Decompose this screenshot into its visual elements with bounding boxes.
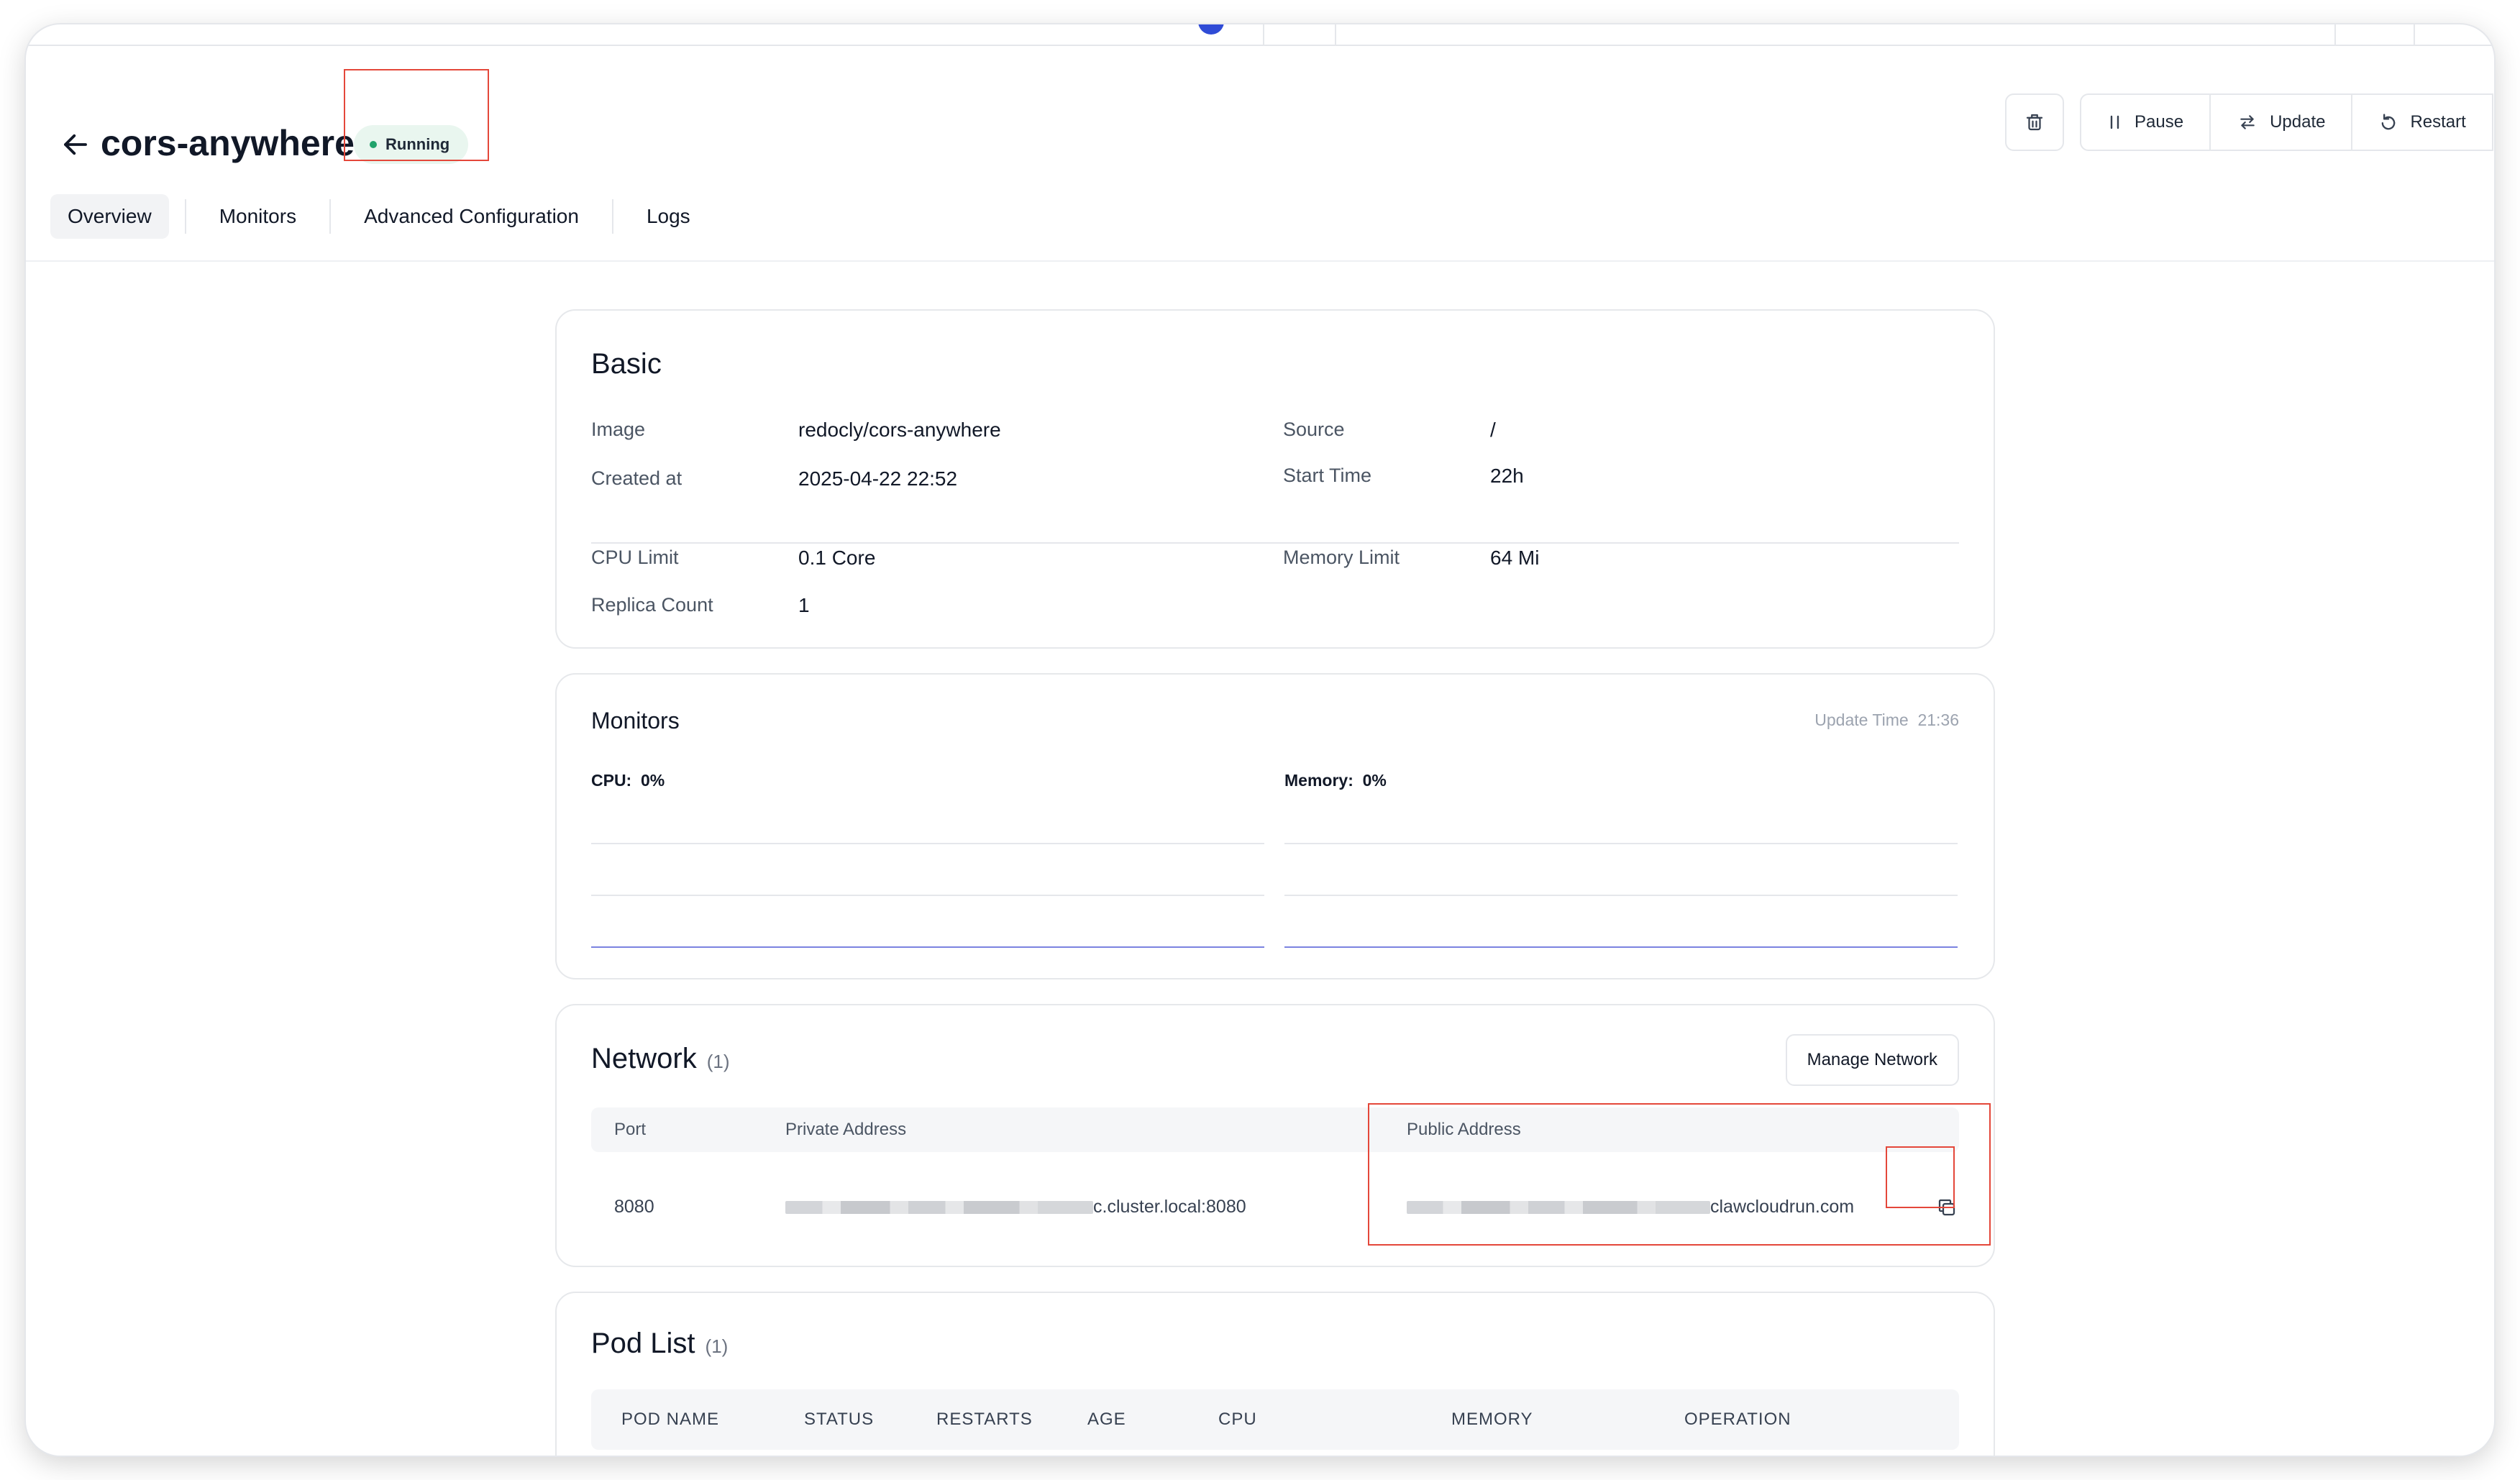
- update-time-label: Update Time: [1814, 711, 1909, 729]
- top-indicator-dot: [1198, 24, 1224, 35]
- tab-separator: [611, 199, 613, 234]
- cpu-usage-value: 0%: [641, 771, 665, 790]
- update-time-value: 21:36: [1917, 711, 1959, 729]
- start-time-value: 22h: [1490, 465, 1524, 487]
- memory-chart-gridline: [1284, 895, 1958, 896]
- pause-button[interactable]: Pause: [2081, 95, 2211, 150]
- replica-count-label: Replica Count: [591, 594, 713, 616]
- tab-separator: [329, 199, 332, 234]
- tab-separator: [184, 199, 186, 234]
- source-value: /: [1490, 419, 1496, 441]
- column-private-address: Private Address: [785, 1120, 907, 1139]
- delete-button[interactable]: [2005, 93, 2064, 151]
- update-button[interactable]: Update: [2211, 95, 2353, 150]
- column-age: AGE: [1087, 1410, 1126, 1429]
- action-button-group: Pause Update Restart: [2080, 93, 2493, 151]
- manage-network-button[interactable]: Manage Network: [1785, 1034, 1959, 1086]
- swap-arrows-icon: [2240, 115, 2255, 129]
- pause-label: Pause: [2135, 112, 2184, 132]
- column-port: Port: [614, 1120, 647, 1139]
- source-label: Source: [1283, 419, 1345, 440]
- cpu-limit-value: 0.1 Core: [798, 547, 876, 569]
- column-status: STATUS: [804, 1410, 875, 1429]
- memory-chart-line: [1284, 946, 1958, 948]
- column-restarts: RESTARTS: [936, 1410, 1033, 1429]
- pod-list-count: (1): [705, 1335, 729, 1357]
- private-address-suffix: c.cluster.local:8080: [1093, 1197, 1246, 1217]
- network-row-port: 8080: [614, 1197, 654, 1217]
- pause-icon: [2110, 115, 2119, 129]
- network-title: Network (1): [591, 1043, 729, 1075]
- memory-chart-gridline: [1284, 843, 1958, 844]
- memory-usage-value: 0%: [1362, 771, 1387, 790]
- app-title: cors-anywhere: [101, 123, 355, 163]
- pod-list-title-text: Pod List: [591, 1328, 695, 1359]
- image-value: redocly/cors-anywhere: [798, 419, 1001, 441]
- image-label: Image: [591, 419, 646, 440]
- basic-title: Basic: [591, 348, 662, 380]
- restart-icon: [2382, 114, 2396, 130]
- pod-list-title: Pod List (1): [591, 1328, 728, 1360]
- redacted-text: [785, 1201, 1093, 1215]
- network-row-private-address[interactable]: c.cluster.local:8080: [785, 1197, 1246, 1218]
- monitors-title: Monitors: [591, 708, 680, 734]
- tabs-divider: [26, 260, 2494, 262]
- start-time-label: Start Time: [1283, 465, 1372, 486]
- tab-logs[interactable]: Logs: [629, 194, 708, 239]
- pod-table-header: POD NAME STATUS RESTARTS AGE CPU MEMORY …: [591, 1389, 1959, 1450]
- top-divider: [1335, 24, 1336, 45]
- cpu-chart-line: [591, 946, 1264, 948]
- memory-limit-value: 64 Mi: [1490, 547, 1540, 569]
- top-divider: [1263, 24, 1264, 45]
- update-time: Update Time 21:36: [1814, 711, 1959, 730]
- cpu-limit-label: CPU Limit: [591, 547, 679, 568]
- update-label: Update: [2270, 112, 2326, 132]
- pod-list-card: Pod List (1) POD NAME STATUS RESTARTS AG…: [555, 1292, 1995, 1456]
- monitors-card: Monitors Update Time 21:36 CPU: 0% Memor…: [555, 673, 1995, 979]
- restart-label: Restart: [2410, 112, 2466, 132]
- memory-limit-label: Memory Limit: [1283, 547, 1400, 568]
- cpu-chart-gridline: [591, 895, 1264, 896]
- tab-overview[interactable]: Overview: [50, 194, 169, 239]
- network-title-text: Network: [591, 1043, 697, 1074]
- cpu-usage-title: CPU:: [591, 771, 632, 790]
- top-divider: [2334, 24, 2336, 45]
- annotation-box: [1886, 1146, 1955, 1208]
- arrow-left-icon: [64, 134, 87, 155]
- annotation-box: [344, 69, 489, 161]
- cpu-usage-label: CPU: 0%: [591, 771, 665, 790]
- basic-card: Basic Image redocly/cors-anywhere Source…: [555, 309, 1995, 649]
- replica-count-value: 1: [798, 594, 810, 616]
- back-button[interactable]: [50, 119, 101, 170]
- tab-bar: Overview Monitors Advanced Configuration…: [50, 194, 708, 239]
- top-strip: [26, 24, 2494, 46]
- tab-monitors[interactable]: Monitors: [202, 194, 314, 239]
- column-cpu: CPU: [1218, 1410, 1257, 1429]
- memory-usage-title: Memory:: [1284, 771, 1353, 790]
- column-operation: OPERATION: [1684, 1410, 1791, 1429]
- restart-button[interactable]: Restart: [2352, 95, 2491, 150]
- column-memory: MEMORY: [1451, 1410, 1533, 1429]
- memory-usage-label: Memory: 0%: [1284, 771, 1387, 790]
- tab-advanced-configuration[interactable]: Advanced Configuration: [347, 194, 596, 239]
- network-count: (1): [706, 1051, 730, 1072]
- column-pod-name: POD NAME: [621, 1410, 720, 1429]
- app-window: cors-anywhere Running Pause Update Resta…: [26, 24, 2494, 1456]
- created-value: 2025-04-22 22:52: [798, 467, 958, 490]
- basic-divider: [591, 542, 1959, 544]
- top-divider: [2414, 24, 2415, 45]
- cpu-chart-gridline: [591, 843, 1264, 844]
- created-label: Created at: [591, 467, 682, 489]
- trash-icon: [2026, 114, 2043, 131]
